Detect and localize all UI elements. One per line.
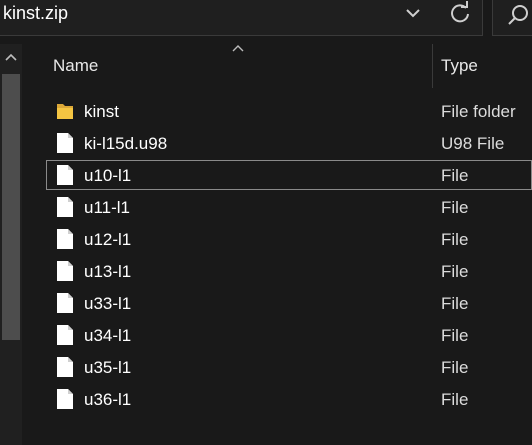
search-box[interactable] — [492, 0, 532, 36]
address-bar-area: kinst.zip — [0, 0, 532, 38]
file-type: File — [441, 294, 469, 313]
file-row[interactable]: kinst File folder — [22, 96, 532, 128]
file-list: kinst File folder ki-l15d.u98 U98 File u10-l… — [22, 96, 532, 416]
chevron-down-icon[interactable] — [403, 3, 423, 23]
file-row[interactable]: u34-l1 File — [22, 320, 532, 352]
file-icon — [56, 164, 74, 186]
address-path[interactable]: kinst.zip — [3, 1, 68, 25]
file-icon — [56, 324, 74, 346]
search-icon[interactable] — [507, 3, 531, 27]
file-icon — [56, 292, 74, 314]
file-name[interactable]: ki-l15d.u98 — [84, 134, 167, 154]
column-header-type[interactable]: Type — [441, 56, 478, 76]
file-icon — [56, 228, 74, 250]
file-row[interactable]: u12-l1 File — [22, 224, 532, 256]
column-divider[interactable] — [432, 44, 433, 88]
file-name[interactable]: u10-l1 — [84, 166, 131, 186]
file-row[interactable]: u35-l1 File — [22, 352, 532, 384]
scrollbar-thumb[interactable] — [2, 74, 20, 340]
file-icon — [56, 196, 74, 218]
file-icon — [56, 132, 74, 154]
file-type: File — [441, 358, 469, 377]
file-name[interactable]: u36-l1 — [84, 390, 131, 410]
file-icon — [56, 260, 74, 282]
file-row[interactable]: u33-l1 File — [22, 288, 532, 320]
file-type: File — [441, 262, 469, 281]
file-type: File — [441, 326, 469, 345]
file-name[interactable]: u34-l1 — [84, 326, 131, 346]
file-row[interactable]: u11-l1 File — [22, 192, 532, 224]
file-name[interactable]: kinst — [84, 102, 119, 122]
file-type: File — [441, 230, 469, 249]
file-row[interactable]: ki-l15d.u98 U98 File — [22, 128, 532, 160]
file-name[interactable]: u33-l1 — [84, 294, 131, 314]
file-type: File — [441, 166, 469, 185]
file-name[interactable]: u12-l1 — [84, 230, 131, 250]
column-header-name[interactable]: Name — [53, 56, 98, 76]
address-bar[interactable]: kinst.zip — [0, 0, 483, 36]
navigation-pane — [0, 44, 22, 445]
file-name[interactable]: u11-l1 — [84, 198, 130, 218]
file-row[interactable]: u10-l1 File — [22, 160, 532, 192]
refresh-icon[interactable] — [447, 0, 473, 26]
file-row[interactable]: u36-l1 File — [22, 384, 532, 416]
file-row[interactable]: u13-l1 File — [22, 256, 532, 288]
column-header: Name Type — [22, 44, 532, 88]
file-icon — [56, 356, 74, 378]
file-icon — [56, 388, 74, 410]
file-type: File — [441, 198, 469, 217]
file-explorer-window: kinst.zip Name Type kinst File folder ki… — [0, 0, 532, 445]
file-type: File — [441, 390, 469, 409]
scroll-up-arrow-icon[interactable] — [5, 52, 17, 62]
file-type: File folder — [441, 102, 516, 121]
folder-icon — [56, 100, 74, 122]
sort-ascending-icon — [232, 45, 244, 52]
file-name[interactable]: u13-l1 — [84, 262, 131, 282]
file-type: U98 File — [441, 134, 505, 153]
file-name[interactable]: u35-l1 — [84, 358, 131, 378]
